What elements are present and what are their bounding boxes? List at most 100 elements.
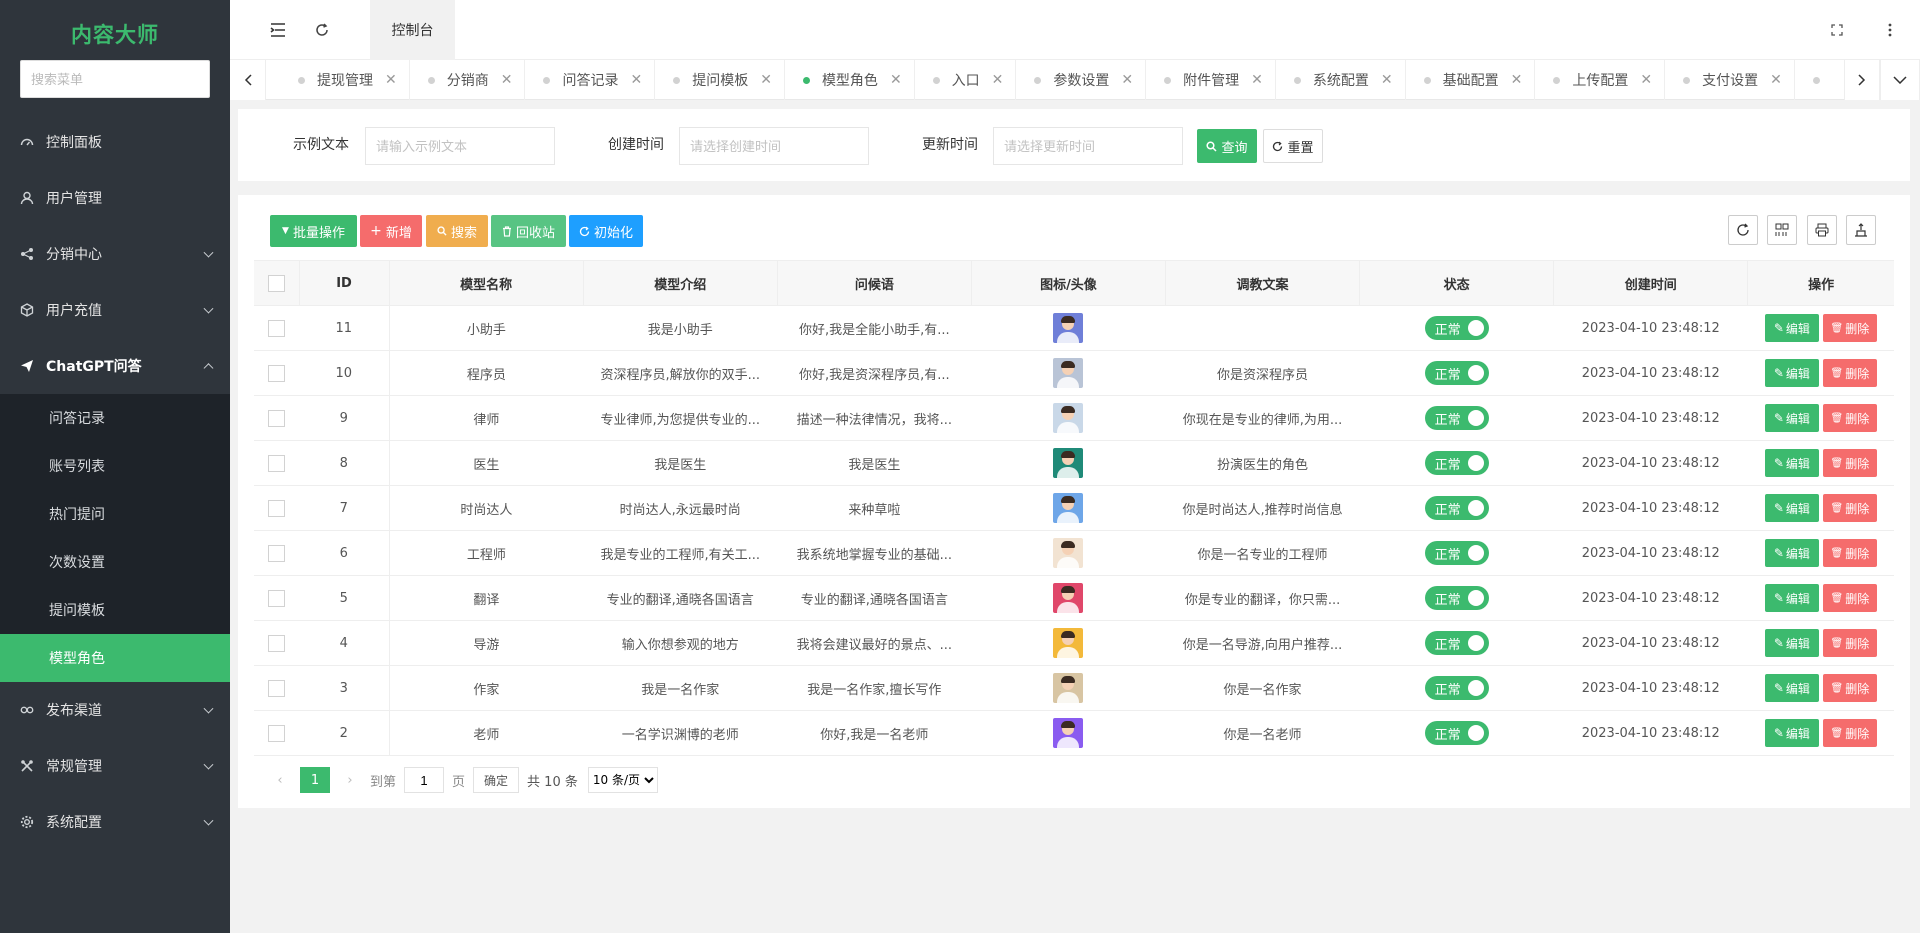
status-switch[interactable]: 正常 [1424, 631, 1489, 655]
submenu-item[interactable]: 模型角色 [0, 634, 230, 682]
fullscreen-icon[interactable] [1817, 0, 1857, 60]
columns-icon[interactable] [1767, 215, 1797, 245]
close-icon[interactable]: ✕ [385, 72, 397, 88]
sidebar-item-user[interactable]: 用户管理 [0, 170, 230, 226]
close-icon[interactable]: ✕ [760, 72, 772, 88]
delete-button[interactable]: 🗑 删除 [1822, 404, 1877, 432]
sample-text-input[interactable] [365, 127, 555, 165]
row-checkbox[interactable] [268, 364, 285, 382]
status-switch[interactable]: 正常 [1424, 676, 1489, 700]
avatar[interactable] [1053, 583, 1084, 613]
sidebar-item-gear[interactable]: 系统配置 [0, 794, 230, 850]
delete-button[interactable]: 🗑 删除 [1822, 449, 1877, 477]
close-icon[interactable]: ✕ [1640, 72, 1652, 88]
goto-confirm-button[interactable]: 确定 [473, 767, 520, 793]
next-page-icon[interactable]: › [336, 773, 364, 788]
avatar[interactable] [1053, 313, 1084, 343]
select-all-checkbox[interactable] [267, 274, 285, 292]
close-icon[interactable]: ✕ [501, 72, 513, 88]
page-tab[interactable]: 模型角色 ✕ [785, 60, 915, 100]
edit-button[interactable]: ✎ 编辑 [1764, 314, 1819, 342]
row-checkbox[interactable] [268, 409, 285, 427]
row-checkbox[interactable] [268, 319, 285, 337]
avatar[interactable] [1053, 628, 1084, 658]
query-button[interactable]: 查询 [1197, 129, 1257, 163]
status-switch[interactable]: 正常 [1424, 316, 1489, 340]
status-switch[interactable]: 正常 [1424, 451, 1489, 475]
table-refresh-icon[interactable] [1728, 215, 1758, 245]
page-size-select[interactable]: 10 条/页 [587, 767, 658, 793]
delete-button[interactable]: 🗑 删除 [1822, 719, 1877, 747]
close-icon[interactable]: ✕ [1511, 72, 1523, 88]
tab-prev-icon[interactable] [230, 60, 266, 100]
close-icon[interactable]: ✕ [630, 72, 642, 88]
column-header[interactable]: 调教文案 [1165, 260, 1361, 306]
create-time-input[interactable] [679, 127, 869, 165]
status-switch[interactable]: 正常 [1424, 406, 1489, 430]
avatar[interactable] [1053, 358, 1084, 388]
edit-button[interactable]: ✎ 编辑 [1764, 494, 1819, 522]
status-switch[interactable]: 正常 [1424, 721, 1489, 745]
goto-page-input[interactable] [404, 767, 445, 793]
tab-next-icon[interactable] [1844, 60, 1880, 100]
row-checkbox[interactable] [268, 499, 285, 517]
edit-button[interactable]: ✎ 编辑 [1764, 584, 1819, 612]
page-tab[interactable]: 上传配置 ✕ [1535, 60, 1666, 100]
tab-dropdown-icon[interactable] [1880, 60, 1920, 100]
close-icon[interactable]: ✕ [890, 72, 902, 88]
column-header[interactable]: 状态 [1359, 260, 1555, 306]
sidebar-item-share[interactable]: 分销中心 [0, 226, 230, 282]
batch-operation-button[interactable]: ▼ 批量操作 [270, 215, 357, 247]
edit-button[interactable]: ✎ 编辑 [1764, 629, 1819, 657]
row-checkbox[interactable] [268, 724, 285, 742]
page-tab[interactable]: 支付设置 ✕ [1665, 60, 1795, 100]
page-tab[interactable]: 问答记录 ✕ [525, 60, 656, 100]
page-tab[interactable] [1795, 60, 1844, 100]
edit-button[interactable]: ✎ 编辑 [1764, 404, 1819, 432]
submenu-item[interactable]: 问答记录 [0, 394, 230, 442]
close-icon[interactable]: ✕ [1251, 72, 1263, 88]
status-switch[interactable]: 正常 [1424, 541, 1489, 565]
sidebar-item-send[interactable]: ChatGPT问答 [0, 338, 230, 394]
column-header[interactable]: 操作 [1747, 260, 1894, 306]
row-checkbox[interactable] [268, 454, 285, 472]
close-icon[interactable]: ✕ [1770, 72, 1782, 88]
column-header[interactable]: ID [299, 260, 390, 306]
search-toggle-button[interactable]: 搜索 [426, 215, 488, 247]
close-icon[interactable]: ✕ [992, 72, 1004, 88]
menu-search-input[interactable] [20, 60, 210, 98]
page-tab[interactable]: 分销商 ✕ [410, 60, 526, 100]
column-header[interactable]: 模型名称 [389, 260, 584, 306]
submenu-item[interactable]: 热门提问 [0, 490, 230, 538]
delete-button[interactable]: 🗑 删除 [1822, 314, 1877, 342]
delete-button[interactable]: 🗑 删除 [1822, 359, 1877, 387]
refresh-icon[interactable] [302, 0, 342, 60]
page-number[interactable]: 1 [300, 767, 330, 793]
update-time-input[interactable] [993, 127, 1183, 165]
row-checkbox[interactable] [268, 634, 285, 652]
delete-button[interactable]: 🗑 删除 [1822, 674, 1877, 702]
delete-button[interactable]: 🗑 删除 [1822, 494, 1877, 522]
export-icon[interactable] [1846, 215, 1876, 245]
page-tab[interactable]: 入口 ✕ [915, 60, 1017, 100]
print-icon[interactable] [1807, 215, 1837, 245]
tab-console[interactable]: 控制台 [370, 0, 455, 60]
page-tab[interactable]: 基础配置 ✕ [1406, 60, 1536, 100]
delete-button[interactable]: 🗑 删除 [1822, 539, 1877, 567]
avatar[interactable] [1053, 493, 1084, 523]
menu-collapse-icon[interactable] [258, 0, 298, 60]
more-icon[interactable] [1870, 0, 1910, 60]
page-tab[interactable]: 提现管理 ✕ [280, 60, 410, 100]
page-tab[interactable]: 系统配置 ✕ [1276, 60, 1406, 100]
sidebar-item-dashboard[interactable]: 控制面板 [0, 114, 230, 170]
close-icon[interactable]: ✕ [1121, 72, 1133, 88]
status-switch[interactable]: 正常 [1424, 361, 1489, 385]
close-icon[interactable]: ✕ [1381, 72, 1393, 88]
row-checkbox[interactable] [268, 544, 285, 562]
submenu-item[interactable]: 账号列表 [0, 442, 230, 490]
page-tab[interactable]: 提问模板 ✕ [655, 60, 785, 100]
status-switch[interactable]: 正常 [1424, 496, 1489, 520]
sidebar-item-box[interactable]: 用户充值 [0, 282, 230, 338]
delete-button[interactable]: 🗑 删除 [1822, 629, 1877, 657]
sidebar-item-link[interactable]: 发布渠道 [0, 682, 230, 738]
